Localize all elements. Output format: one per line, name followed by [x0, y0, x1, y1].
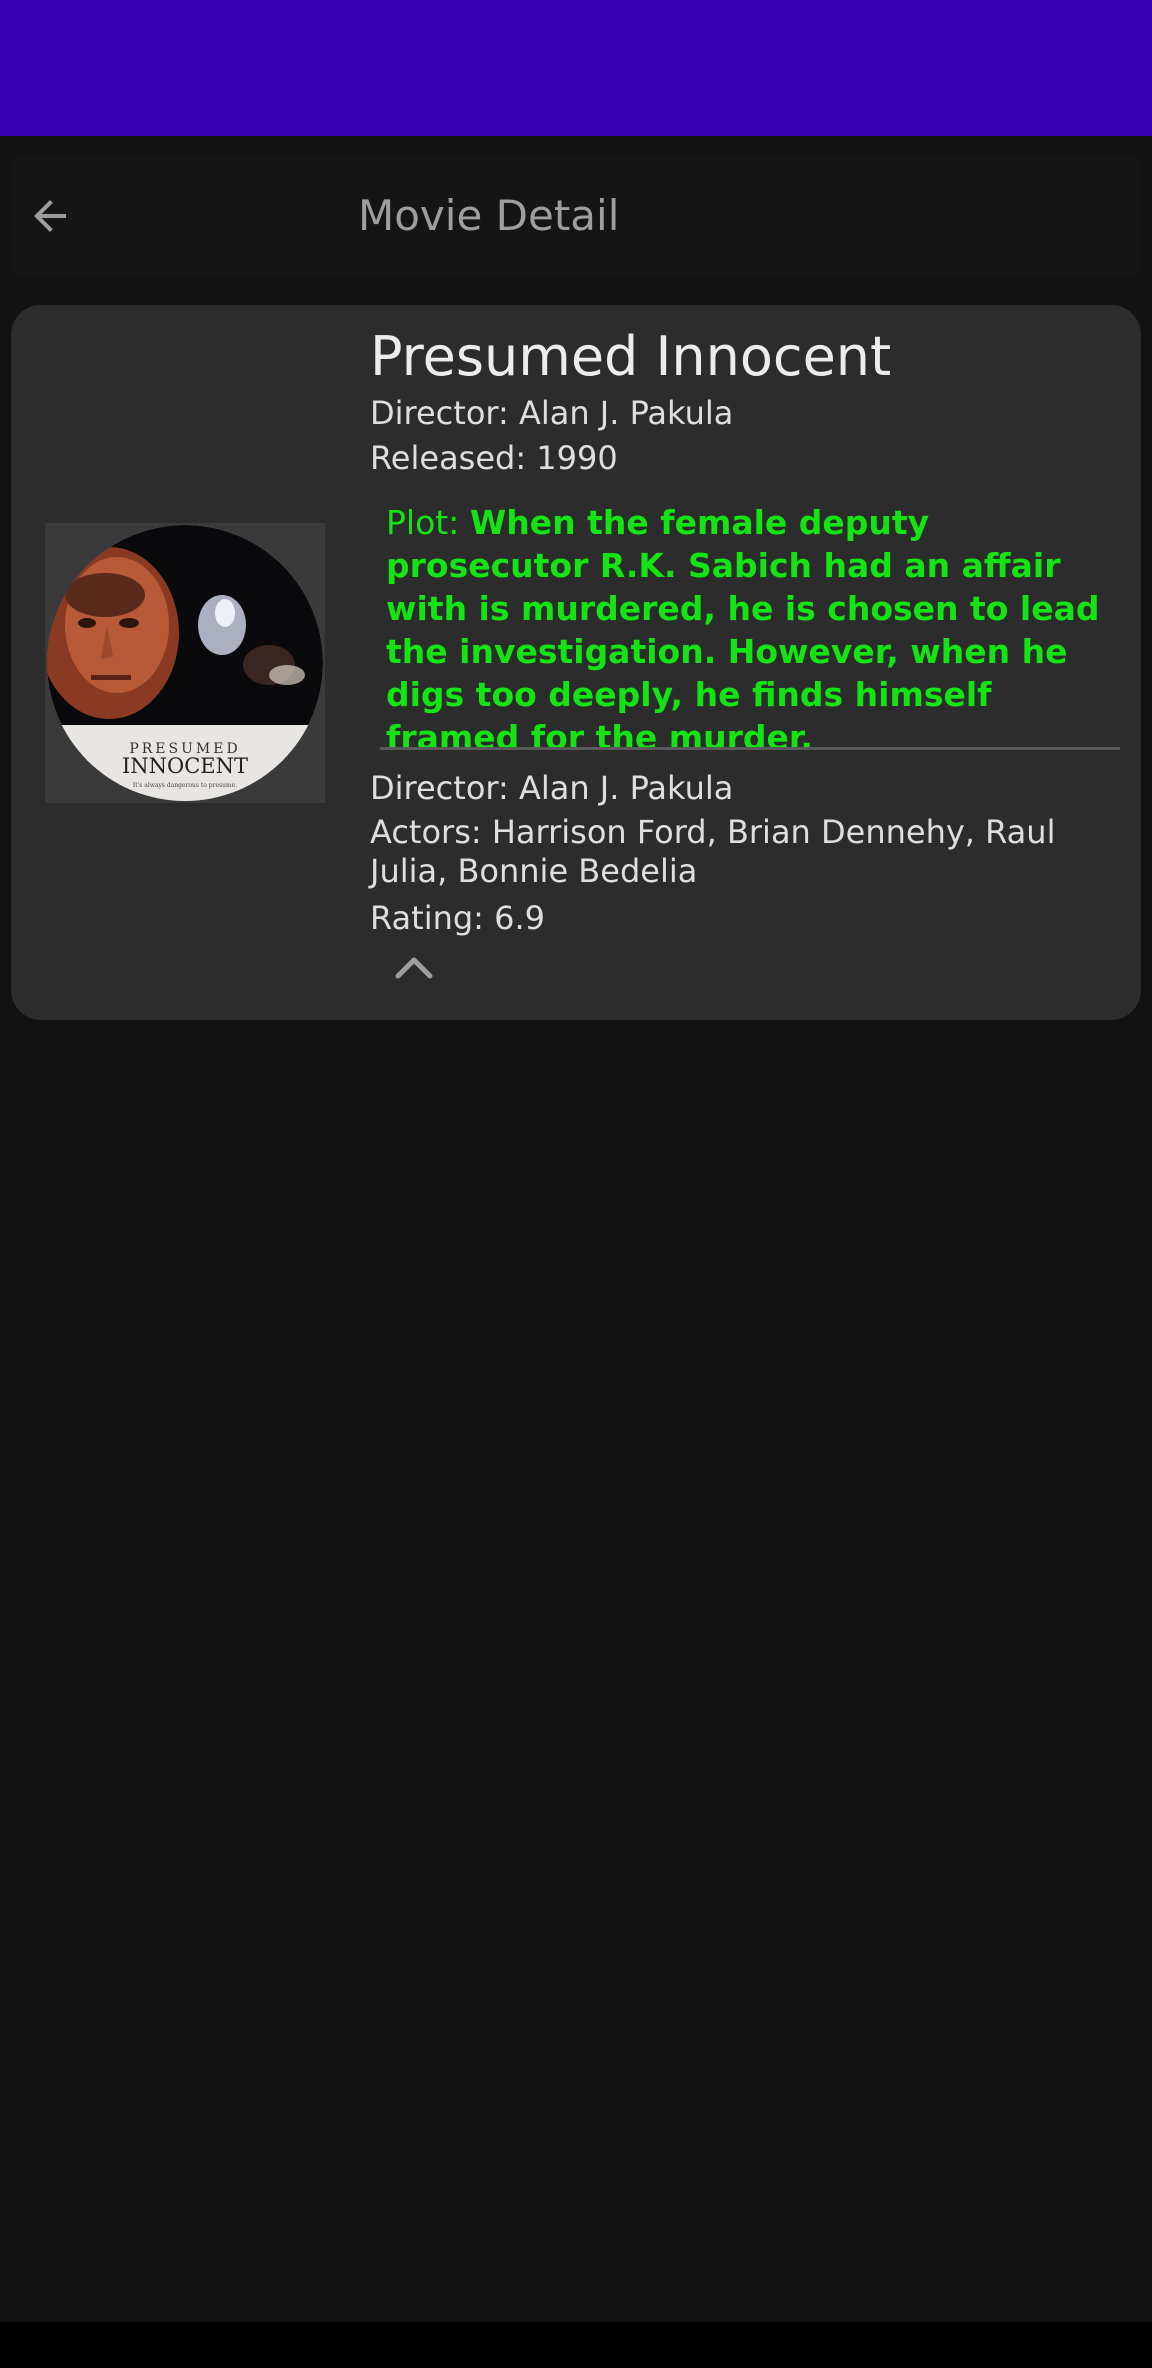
chevron-up-icon — [395, 957, 433, 979]
plot-text: When the female deputy prosecutor R.K. S… — [386, 503, 1100, 757]
director-detail-line: Director: Alan J. Pakula — [370, 769, 734, 807]
released-line: Released: 1990 — [370, 439, 618, 477]
director-line: Director: Alan J. Pakula — [370, 394, 734, 432]
status-bar — [0, 0, 1152, 136]
movie-title: Presumed Innocent — [370, 325, 892, 388]
toolbar: Movie Detail — [12, 158, 1140, 274]
plot-label: Plot: — [386, 503, 470, 542]
page-title: Movie Detail — [358, 191, 620, 240]
arrow-back-icon — [34, 200, 66, 232]
movie-poster: PRESUMED INNOCENT It's always dangerous … — [47, 525, 323, 801]
rating-line: Rating: 6.9 — [370, 899, 546, 937]
back-button[interactable] — [16, 182, 84, 250]
collapse-button[interactable] — [390, 949, 438, 985]
app-bar: Movie Detail — [0, 136, 1152, 288]
poster-tagline: It's always dangerous to presume. — [133, 782, 237, 789]
divider — [380, 747, 1120, 750]
poster-caption-main: INNOCENT — [122, 754, 248, 778]
poster-frame: PRESUMED INNOCENT It's always dangerous … — [45, 523, 325, 803]
poster-image: PRESUMED INNOCENT It's always dangerous … — [47, 525, 323, 801]
plot: Plot: When the female deputy prosecutor … — [386, 501, 1106, 759]
navigation-bar — [0, 2322, 1152, 2368]
actors-line: Actors: Harrison Ford, Brian Dennehy, Ra… — [370, 813, 1056, 890]
movie-card: PRESUMED INNOCENT It's always dangerous … — [11, 305, 1141, 1020]
